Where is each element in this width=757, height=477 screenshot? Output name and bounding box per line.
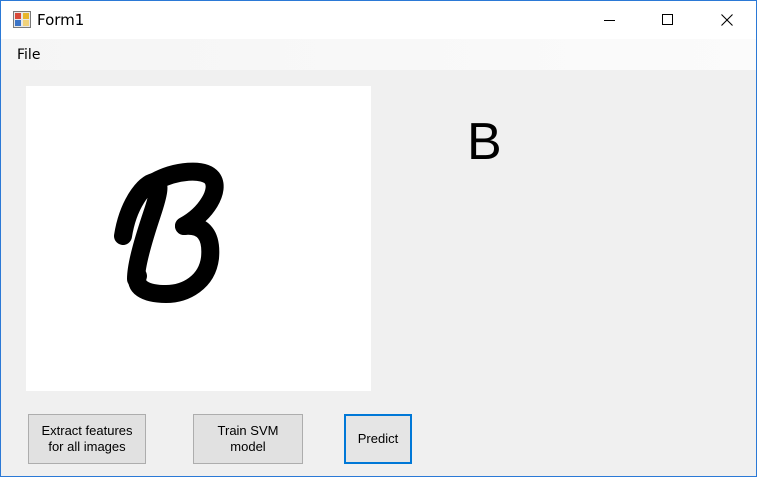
minimize-button[interactable]	[581, 1, 639, 39]
form-window: Form1 File B Extract features for all im…	[0, 0, 757, 477]
title-bar[interactable]: Form1	[1, 1, 756, 39]
handwritten-letter-b-image	[114, 162, 224, 303]
minimize-icon	[604, 20, 615, 21]
close-icon	[721, 14, 733, 26]
train-svm-label: Train SVM model	[217, 423, 279, 454]
window-title: Form1	[37, 11, 85, 29]
predict-label: Predict	[357, 431, 399, 446]
app-form-icon[interactable]	[13, 11, 31, 28]
prediction-label: B	[467, 113, 502, 171]
train-svm-button[interactable]: Train SVM model	[193, 414, 303, 464]
close-button[interactable]	[698, 1, 756, 39]
maximize-button[interactable]	[639, 1, 697, 39]
maximize-icon	[662, 14, 673, 25]
menu-file[interactable]: File	[11, 45, 46, 65]
letter-image-picturebox	[26, 86, 371, 391]
menu-bar: File	[1, 39, 756, 70]
extract-features-button[interactable]: Extract features for all images	[28, 414, 146, 464]
extract-features-label: Extract features for all images	[41, 423, 133, 454]
predict-button[interactable]: Predict	[344, 414, 412, 464]
